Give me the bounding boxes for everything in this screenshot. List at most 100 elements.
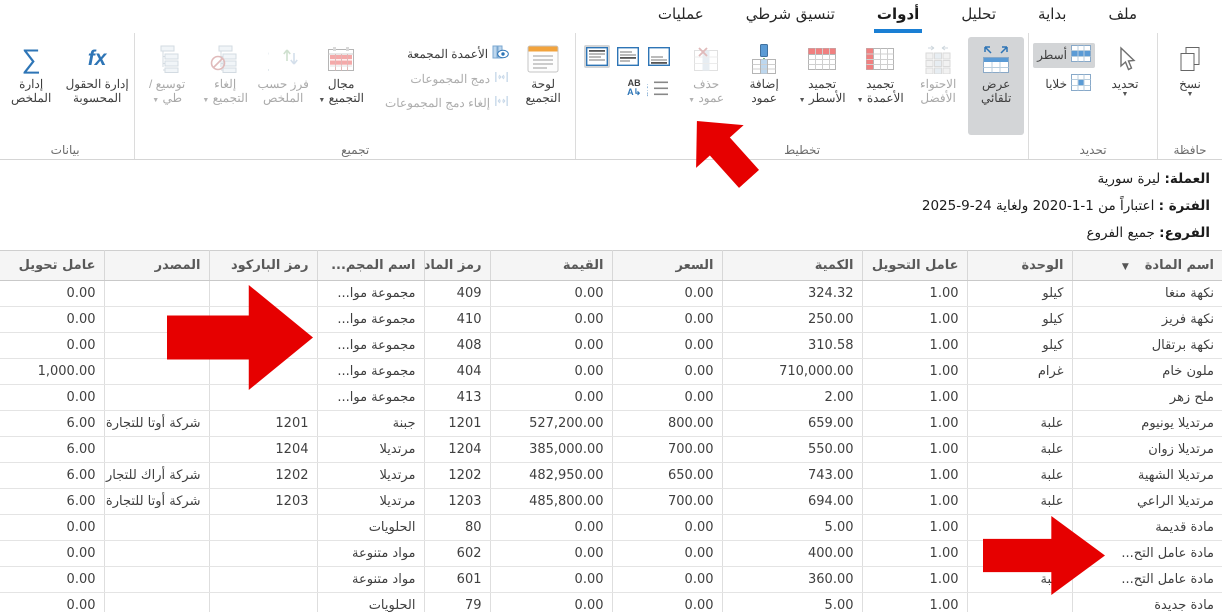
cell-conversion-factor-2[interactable]: 0.00 — [0, 307, 104, 333]
cell-barcode[interactable] — [209, 385, 317, 411]
cell-value[interactable]: 0.00 — [490, 359, 612, 385]
tab-operations[interactable]: عمليات — [655, 0, 707, 33]
cell-group-name[interactable]: الحلويات — [317, 593, 424, 612]
cell-name[interactable]: مرتديلا يونيوم — [1072, 411, 1222, 437]
cell-source[interactable] — [104, 437, 209, 463]
cell-value[interactable]: 385,000.00 — [490, 437, 612, 463]
cell-group-name[interactable]: مجموعة موا... — [317, 281, 424, 307]
sort-by-summary-button[interactable]: ∑ فرز حسب الملخص — [255, 37, 311, 135]
cell-conversion-factor-2[interactable]: 0.00 — [0, 567, 104, 593]
cell-price[interactable]: 0.00 — [612, 333, 722, 359]
cell-source[interactable] — [104, 385, 209, 411]
cell-value[interactable]: 0.00 — [490, 385, 612, 411]
cell-name[interactable]: مرتديلا الراعي — [1072, 489, 1222, 515]
cell-conversion-factor[interactable]: 1.00 — [862, 489, 967, 515]
cell-quantity[interactable]: 310.58 — [722, 333, 862, 359]
cell-price[interactable]: 0.00 — [612, 359, 722, 385]
cell-conversion-factor[interactable]: 1.00 — [862, 281, 967, 307]
table-row[interactable]: ملون خامغرام1.00710,000.000.000.00404مجم… — [0, 359, 1222, 385]
cell-conversion-factor[interactable]: 1.00 — [862, 463, 967, 489]
cell-price[interactable]: 800.00 — [612, 411, 722, 437]
select-rows-button[interactable]: أسطر — [1033, 43, 1095, 68]
unmerge-groups-button[interactable]: إلغاء دمج المجموعات — [371, 93, 513, 113]
cell-value[interactable]: 485,800.00 — [490, 489, 612, 515]
cell-group-name[interactable]: مرتديلا — [317, 463, 424, 489]
cell-price[interactable]: 0.00 — [612, 281, 722, 307]
cell-conversion-factor-2[interactable]: 0.00 — [0, 515, 104, 541]
table-row[interactable]: مرتديلا الشهيةعلبة1.00743.00650.00482,95… — [0, 463, 1222, 489]
cell-unit[interactable] — [967, 593, 1072, 612]
cell-quantity[interactable]: 250.00 — [722, 307, 862, 333]
table-row[interactable]: مادة قديمة1.005.000.000.0080الحلويات0.00 — [0, 515, 1222, 541]
table-row[interactable]: مرتديلا يونيومعلبة1.00659.00800.00527,20… — [0, 411, 1222, 437]
cell-value[interactable]: 0.00 — [490, 567, 612, 593]
cell-conversion-factor-2[interactable]: 0.00 — [0, 281, 104, 307]
cell-source[interactable] — [104, 281, 209, 307]
cell-quantity[interactable]: 5.00 — [722, 593, 862, 612]
column-header-name[interactable]: اسم المادة▼ — [1072, 251, 1222, 281]
cancel-grouping-button[interactable]: إلغاء التجميع ▼ — [197, 37, 253, 135]
cell-price[interactable]: 650.00 — [612, 463, 722, 489]
cell-material-code[interactable]: 408 — [424, 333, 490, 359]
row-height-small-button[interactable] — [646, 45, 672, 68]
cell-source[interactable] — [104, 567, 209, 593]
cell-unit[interactable]: غرام — [967, 359, 1072, 385]
tab-analysis[interactable]: تحليل — [958, 0, 999, 33]
cell-group-name[interactable]: مجموعة موا... — [317, 333, 424, 359]
cell-unit[interactable]: علبة — [967, 463, 1072, 489]
cell-price[interactable]: 700.00 — [612, 489, 722, 515]
select-button[interactable]: تحديد ▼ — [1097, 37, 1153, 135]
cell-conversion-factor-2[interactable]: 6.00 — [0, 463, 104, 489]
cell-unit[interactable]: علبة — [967, 489, 1072, 515]
cell-value[interactable]: 482,950.00 — [490, 463, 612, 489]
cell-material-code[interactable]: 602 — [424, 541, 490, 567]
cell-quantity[interactable]: 360.00 — [722, 567, 862, 593]
cell-material-code[interactable]: 1203 — [424, 489, 490, 515]
add-column-button[interactable]: إضافة عمود — [736, 37, 792, 135]
cell-barcode[interactable]: 1202 — [209, 463, 317, 489]
cell-barcode[interactable] — [209, 593, 317, 612]
cell-quantity[interactable]: 400.00 — [722, 541, 862, 567]
cell-conversion-factor[interactable]: 1.00 — [862, 437, 967, 463]
cell-name[interactable]: نكهة فريز — [1072, 307, 1222, 333]
cell-value[interactable]: 0.00 — [490, 515, 612, 541]
copy-button[interactable]: نسخ ▼ — [1162, 37, 1218, 135]
cell-name[interactable]: مادة قديمة — [1072, 515, 1222, 541]
cell-price[interactable]: 0.00 — [612, 593, 722, 612]
cell-conversion-factor-2[interactable]: 0.00 — [0, 333, 104, 359]
cell-quantity[interactable]: 324.32 — [722, 281, 862, 307]
grouping-panel-button[interactable]: لوحة التجميع — [515, 37, 571, 135]
cell-quantity[interactable]: 550.00 — [722, 437, 862, 463]
column-header-conversion-factor[interactable]: عامل التحويل — [862, 251, 967, 281]
cell-material-code[interactable]: 1202 — [424, 463, 490, 489]
column-header-quantity[interactable]: الكمية — [722, 251, 862, 281]
cell-quantity[interactable]: 710,000.00 — [722, 359, 862, 385]
cell-conversion-factor-2[interactable]: 0.00 — [0, 385, 104, 411]
cell-barcode[interactable]: 1203 — [209, 489, 317, 515]
table-row[interactable]: مرتديلا زوانعلبة1.00550.00700.00385,000.… — [0, 437, 1222, 463]
text-direction-button[interactable]: AB ↳A — [627, 79, 641, 97]
column-header-price[interactable]: السعر — [612, 251, 722, 281]
cell-price[interactable]: 0.00 — [612, 541, 722, 567]
column-header-barcode[interactable]: رمز الباركود — [209, 251, 317, 281]
column-header-unit[interactable]: الوحدة — [967, 251, 1072, 281]
cell-source[interactable] — [104, 515, 209, 541]
table-row[interactable]: ملح زهر1.002.000.000.00413مجموعة موا...0… — [0, 385, 1222, 411]
cell-quantity[interactable]: 659.00 — [722, 411, 862, 437]
cell-barcode[interactable]: 1201 — [209, 411, 317, 437]
grouped-columns-button[interactable]: الأعمدة المجمعة — [371, 43, 513, 65]
cell-value[interactable]: 0.00 — [490, 593, 612, 612]
cell-material-code[interactable]: 409 — [424, 281, 490, 307]
cell-material-code[interactable]: 410 — [424, 307, 490, 333]
cell-group-name[interactable]: مجموعة موا... — [317, 385, 424, 411]
cell-unit[interactable] — [967, 385, 1072, 411]
cell-unit[interactable]: كيلو — [967, 281, 1072, 307]
cell-barcode[interactable] — [209, 515, 317, 541]
cell-material-code[interactable]: 601 — [424, 567, 490, 593]
cell-unit[interactable]: علبة — [967, 411, 1072, 437]
cell-conversion-factor[interactable]: 1.00 — [862, 385, 967, 411]
filter-caret-icon[interactable]: ▼ — [1122, 262, 1129, 272]
cell-value[interactable]: 0.00 — [490, 541, 612, 567]
cell-value[interactable]: 0.00 — [490, 333, 612, 359]
tab-conditional-formatting[interactable]: تنسيق شرطي — [743, 0, 838, 33]
